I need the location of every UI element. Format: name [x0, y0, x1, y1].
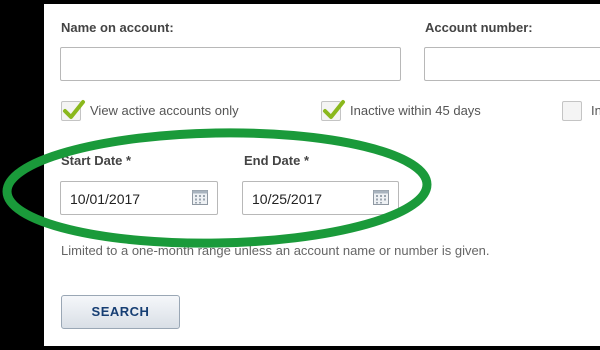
start-date-input[interactable]: 10/01/2017: [60, 181, 218, 215]
date-range-note: Limited to a one-month range unless an a…: [61, 243, 490, 258]
checkmark-icon: [63, 100, 85, 119]
start-date-value: 10/01/2017: [70, 191, 141, 207]
end-date-value: 10/25/2017: [252, 191, 323, 207]
inactive-45-days-label: Inactive within 45 days: [350, 103, 481, 118]
calendar-icon[interactable]: [192, 190, 208, 205]
account-number-label: Account number:: [425, 20, 533, 35]
name-on-account-input[interactable]: [60, 47, 401, 81]
calendar-icon[interactable]: [373, 190, 389, 205]
checkmark-icon: [323, 100, 345, 119]
active-accounts-label: View active accounts only: [90, 103, 239, 118]
end-date-input[interactable]: 10/25/2017: [242, 181, 399, 215]
third-checkbox[interactable]: [562, 101, 582, 121]
inactive-45-days-checkbox[interactable]: [321, 100, 345, 121]
third-checkbox-label: In: [591, 103, 600, 118]
account-number-input[interactable]: [424, 47, 600, 81]
active-accounts-checkbox[interactable]: [61, 100, 85, 121]
name-on-account-label: Name on account:: [61, 20, 174, 35]
search-button[interactable]: SEARCH: [61, 295, 180, 329]
start-date-label: Start Date *: [61, 153, 132, 168]
end-date-label: End Date *: [244, 153, 310, 168]
